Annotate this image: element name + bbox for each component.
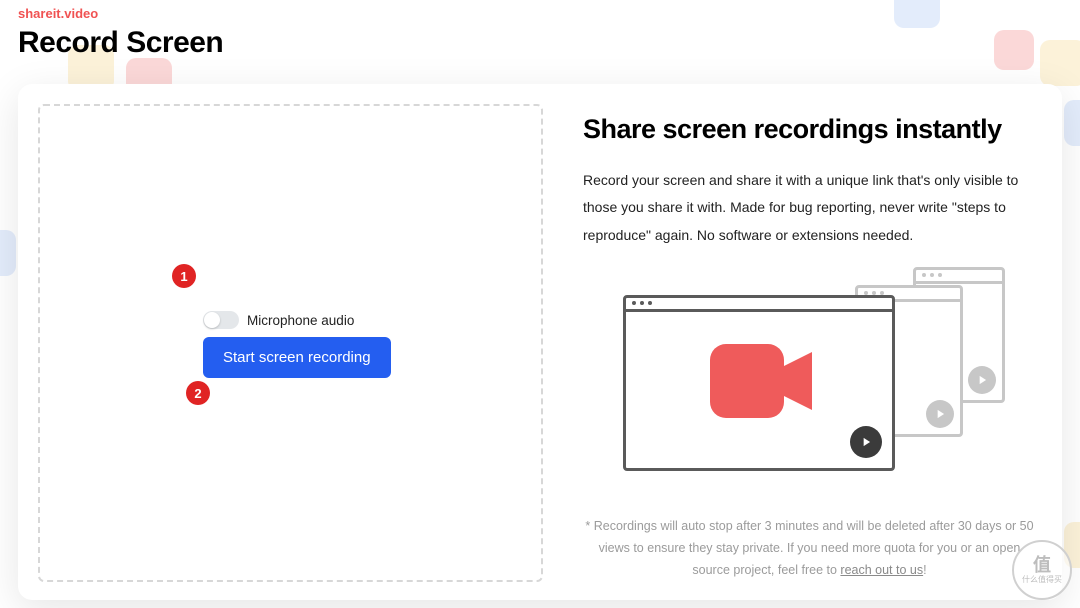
info-panel: Share screen recordings instantly Record… xyxy=(543,104,1036,582)
reach-out-link[interactable]: reach out to us xyxy=(840,563,923,577)
info-title: Share screen recordings instantly xyxy=(583,114,1036,145)
camera-icon xyxy=(710,344,814,423)
watermark-text: 什么值得买 xyxy=(1022,576,1062,585)
main-card: 1 2 Microphone audio Start screen record… xyxy=(18,84,1062,600)
footnote-text: * Recordings will auto stop after 3 minu… xyxy=(585,519,1033,577)
bg-square-red-top xyxy=(994,30,1034,70)
illustration-frame-front xyxy=(623,295,895,471)
play-icon xyxy=(968,366,996,394)
play-icon xyxy=(926,400,954,428)
brand-link[interactable]: shareit.video xyxy=(18,6,98,21)
info-description: Record your screen and share it with a u… xyxy=(583,167,1036,249)
bg-square-blue-top xyxy=(894,0,940,28)
illustration xyxy=(583,263,1036,508)
info-footnote: * Recordings will auto stop after 3 minu… xyxy=(583,516,1036,582)
record-dropzone: 1 2 Microphone audio Start screen record… xyxy=(38,104,543,582)
bg-square-blue-left xyxy=(0,230,16,276)
bg-square-blue-right xyxy=(1064,100,1080,146)
watermark-badge: 值 什么值得买 xyxy=(1012,540,1072,600)
play-icon xyxy=(850,426,882,458)
page-title: Record Screen xyxy=(18,26,223,60)
toggle-knob xyxy=(204,312,220,328)
mic-audio-row: Microphone audio xyxy=(203,311,354,329)
annotation-marker-1: 1 xyxy=(172,264,196,288)
mic-audio-toggle[interactable] xyxy=(203,311,239,329)
mic-audio-label: Microphone audio xyxy=(247,313,354,328)
start-recording-button[interactable]: Start screen recording xyxy=(203,337,391,378)
annotation-marker-2: 2 xyxy=(186,381,210,405)
bg-square-yellow-top xyxy=(1040,40,1080,86)
footnote-suffix: ! xyxy=(923,563,926,577)
watermark-glyph: 值 xyxy=(1033,556,1051,576)
